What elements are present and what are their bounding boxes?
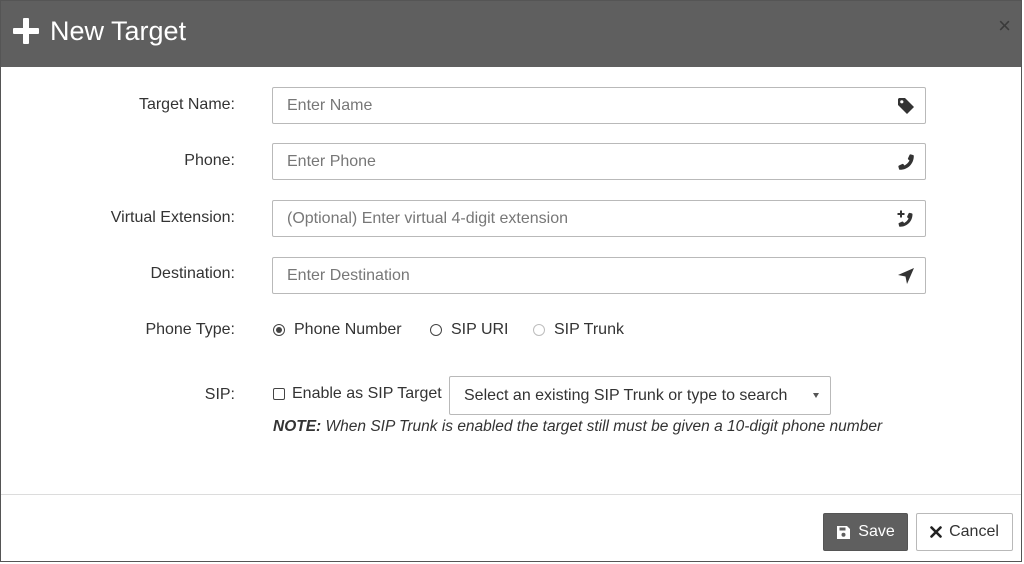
sip-trunk-select[interactable]: Select an existing SIP Trunk or type to … [449, 376, 831, 415]
destination-field [272, 257, 926, 294]
enable-sip-target-checkbox[interactable]: Enable as SIP Target [273, 385, 442, 403]
virtual-extension-label: Virtual Extension: [110, 209, 235, 226]
radio-sip-trunk[interactable]: SIP Trunk [533, 321, 624, 339]
note-text: When SIP Trunk is enabled the target sti… [321, 418, 883, 435]
target-name-input[interactable] [273, 88, 887, 123]
cancel-button[interactable]: Cancel [916, 513, 1013, 551]
destination-label: Destination: [150, 265, 236, 282]
save-label: Save [858, 523, 895, 540]
location-arrow-icon [898, 268, 914, 284]
sip-note: NOTE: When SIP Trunk is enabled the targ… [273, 418, 882, 436]
destination-input[interactable] [273, 258, 887, 293]
new-target-modal: New Target × Target Name: Phone: Virtual… [0, 0, 1022, 562]
footer-divider [1, 494, 1021, 495]
plus-icon [13, 18, 39, 44]
phone-type-label: Phone Type: [145, 321, 235, 338]
save-button[interactable]: Save [823, 513, 908, 551]
modal-title: New Target [50, 16, 187, 46]
close-icon [930, 526, 942, 538]
radio-button-disabled[interactable] [533, 324, 545, 336]
virtual-extension-field [272, 200, 926, 237]
radio-button-selected[interactable] [273, 324, 285, 336]
phone-input[interactable] [273, 144, 887, 179]
tag-icon [898, 98, 914, 114]
radio-sip-uri[interactable]: SIP URI [430, 321, 509, 339]
close-icon[interactable]: × [998, 13, 1011, 39]
phone-field [272, 143, 926, 180]
sip-label: SIP: [204, 386, 235, 403]
checkbox-label: Enable as SIP Target [292, 385, 442, 402]
caret-down-icon [813, 393, 819, 398]
target-name-label: Target Name: [138, 96, 235, 113]
note-prefix: NOTE: [273, 418, 322, 435]
cancel-label: Cancel [949, 523, 999, 540]
modal-header: New Target × [1, 1, 1021, 67]
radio-button[interactable] [430, 324, 442, 336]
radio-phone-number[interactable]: Phone Number [273, 321, 402, 339]
phone-plus-icon [897, 210, 913, 227]
virtual-extension-input[interactable] [273, 201, 887, 236]
phone-icon [898, 154, 914, 170]
radio-label: SIP Trunk [554, 321, 624, 338]
radio-label: Phone Number [294, 321, 402, 338]
floppy-disk-icon [836, 525, 851, 540]
target-name-field [272, 87, 926, 124]
checkbox-box[interactable] [273, 388, 285, 400]
select-value: Select an existing SIP Trunk or type to … [464, 387, 788, 404]
phone-label: Phone: [184, 152, 235, 169]
radio-label: SIP URI [451, 321, 509, 338]
